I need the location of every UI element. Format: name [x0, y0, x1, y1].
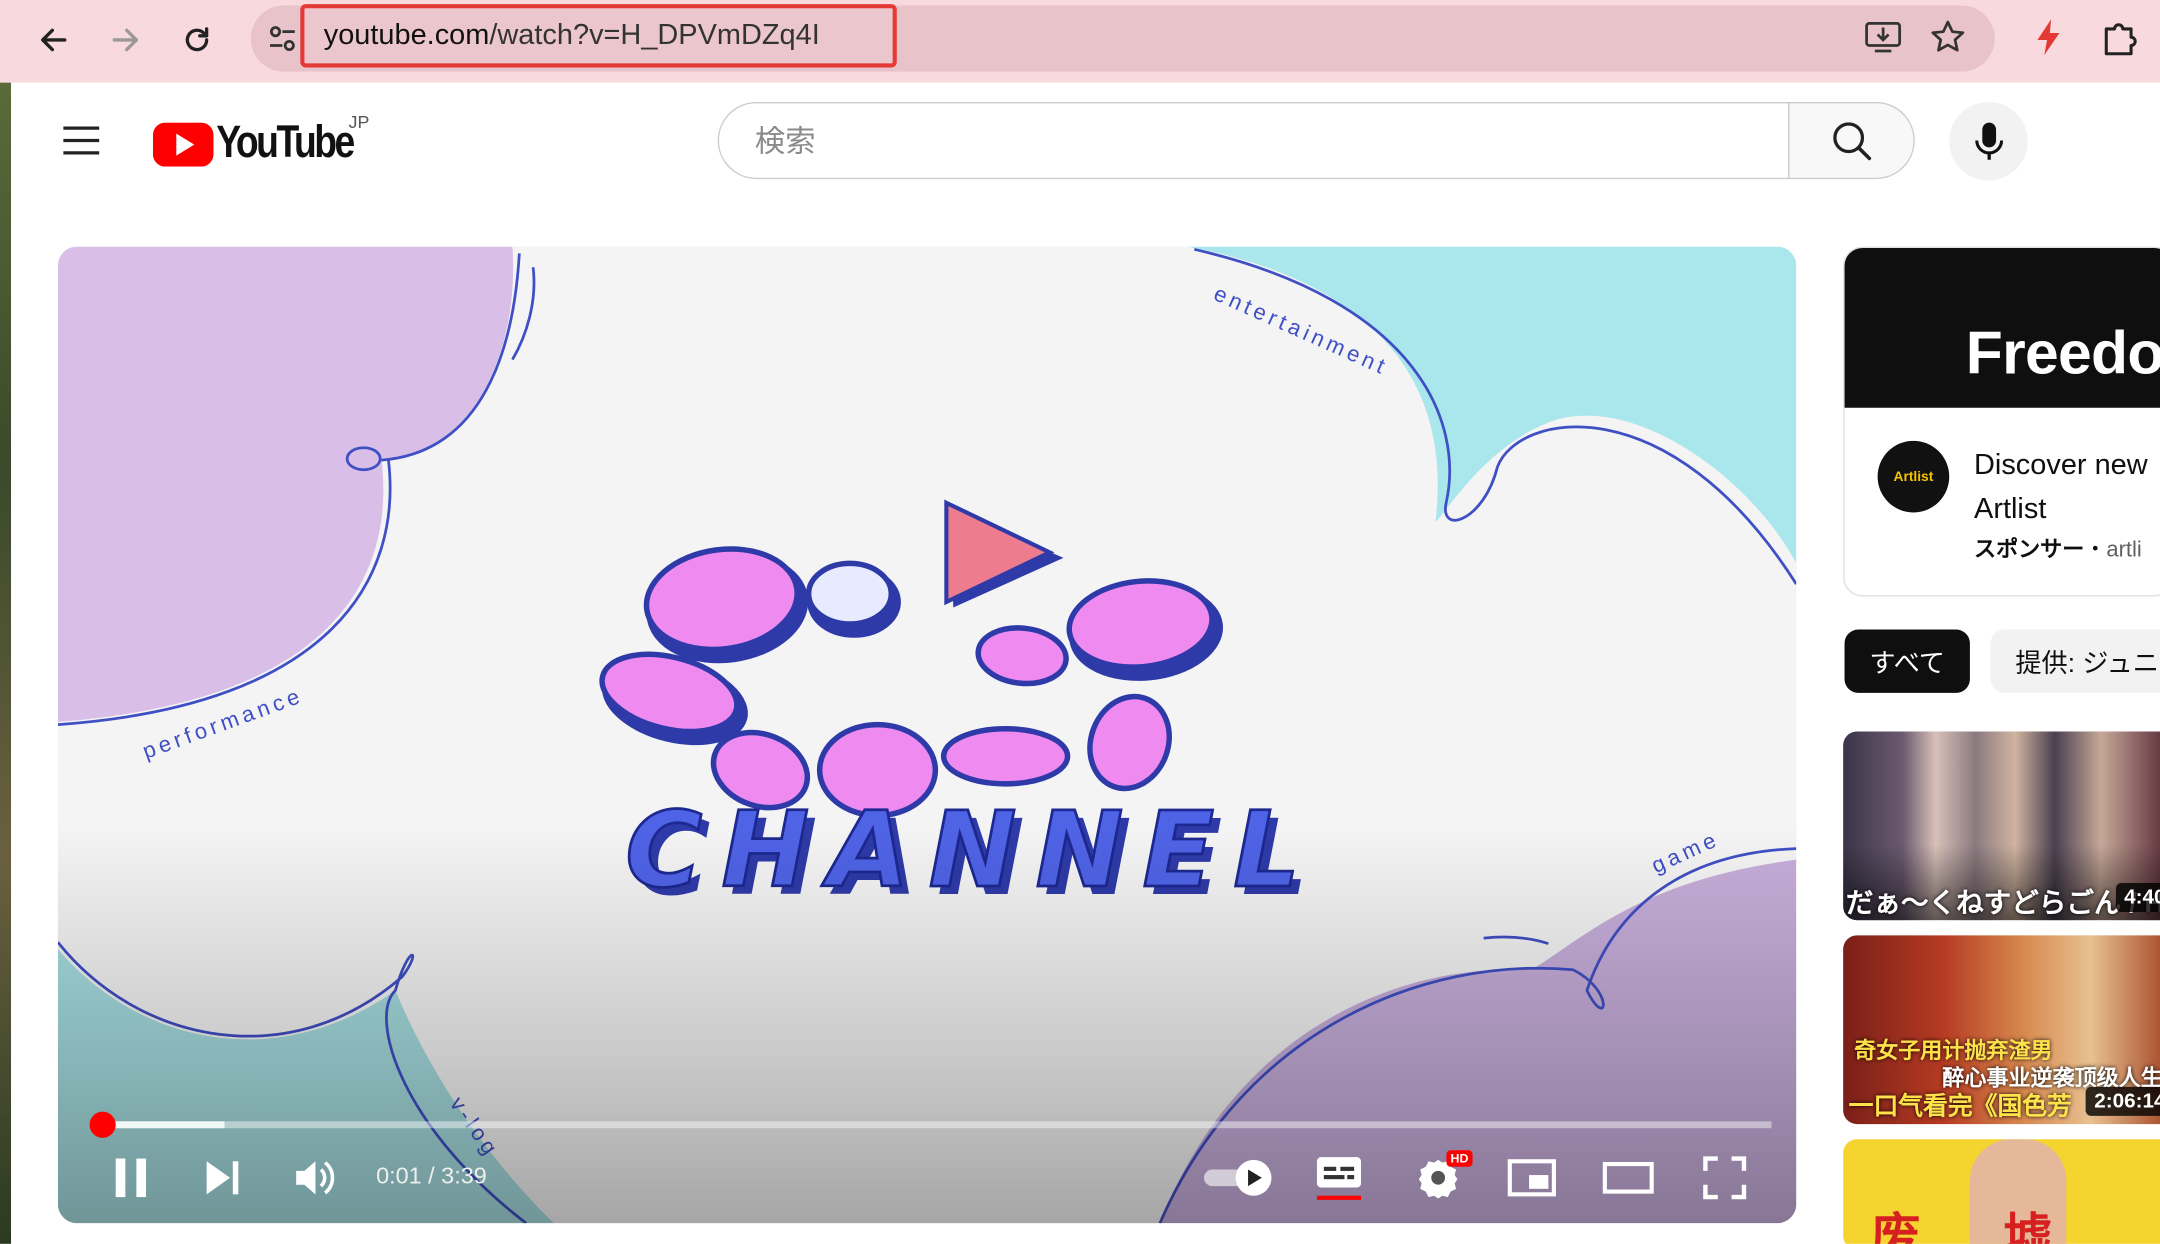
miniplayer-button[interactable] [1507, 1150, 1557, 1205]
autoplay-toggle[interactable] [1201, 1150, 1275, 1205]
next-button[interactable] [200, 1150, 247, 1205]
ad-domain: artli [2106, 538, 2142, 563]
reload-icon [185, 27, 209, 52]
url-domain: youtube.com [323, 19, 490, 51]
ad-banner: Freedo [1844, 247, 2160, 408]
ad-card[interactable]: Freedo Artlist Discover new Artlist スポンサー… [1843, 246, 2160, 597]
hamburger-icon [63, 126, 100, 155]
thumb-1-caption: だぁ～くねすどらごん / HiHi Je [1845, 888, 2160, 919]
ad-advertiser-logo[interactable]: Artlist [1877, 440, 1950, 513]
install-app-button[interactable] [1864, 19, 1903, 62]
autoplay-toggle-icon [1203, 1159, 1272, 1196]
sponsor-separator: ・ [2084, 538, 2107, 563]
puzzle-icon [2104, 23, 2137, 56]
search-box [717, 101, 1790, 181]
search-icon [1833, 122, 1872, 161]
ad-title-line2: Artlist [1974, 493, 2047, 525]
ad-title[interactable]: Discover new Artlist [1974, 444, 2160, 532]
volume-button[interactable] [292, 1150, 339, 1205]
miniplayer-icon [1507, 1159, 1556, 1197]
channel-wordmark: CHANNEL [625, 789, 1319, 911]
forward-button[interactable] [102, 17, 149, 64]
search-input[interactable] [752, 103, 1722, 181]
pause-button[interactable] [107, 1150, 154, 1205]
chip-all[interactable]: すべて [1844, 629, 1970, 693]
url-path: /watch?v=H_DPVmDZq4I [489, 19, 820, 51]
current-time: 0:01 [376, 1162, 422, 1189]
ad-title-line1: Discover new [1974, 449, 2148, 481]
site-settings-icon[interactable] [266, 22, 299, 62]
back-button[interactable] [30, 17, 77, 64]
video-frame-art: entertainment performance game v-log CHA… [57, 246, 1797, 1224]
subtitles-icon [1316, 1157, 1362, 1200]
sponsor-label: スポンサー [1974, 538, 2085, 563]
skip-next-icon [206, 1161, 239, 1195]
fullscreen-icon [1703, 1156, 1747, 1200]
time-display: 0:01 / 3:39 [376, 1162, 487, 1189]
subtitles-button[interactable] [1314, 1150, 1364, 1205]
ad-sponsor-line: スポンサー・artli [1974, 530, 2142, 563]
desktop-edge [0, 82, 12, 1244]
country-code: JP [348, 111, 370, 133]
video-player[interactable]: entertainment performance game v-log CHA… [57, 246, 1797, 1224]
theater-icon [1602, 1161, 1654, 1194]
bookmark-star-button[interactable] [1930, 19, 1966, 62]
thumb-2-caption-line3: 一口气看完《国色芳 [1848, 1092, 2072, 1120]
voice-search-button[interactable] [1949, 101, 2028, 181]
progress-scrubber[interactable] [89, 1111, 116, 1138]
video-thumbnail-2[interactable]: 奇女子用计抛弃渣男 醉心事业逆袭顶级人生 一口气看完《国色芳 2:06:14 [1843, 935, 2160, 1125]
video-thumbnail-1[interactable]: だぁ～くねすどらごん / HiHi Je 4:40 [1843, 731, 2160, 921]
browser-toolbar: youtube.com/watch?v=H_DPVmDZq4I [0, 0, 2160, 83]
lightning-icon [2037, 19, 2060, 56]
star-icon [1931, 20, 1965, 52]
youtube-play-logo-icon [152, 122, 214, 167]
hd-badge: HD [1446, 1150, 1473, 1167]
arrow-left-icon [41, 28, 67, 52]
duration: 3:39 [441, 1162, 487, 1189]
microphone-icon [1974, 121, 2003, 160]
pause-icon [115, 1158, 147, 1198]
arrow-right-icon [112, 28, 139, 52]
extensions-button[interactable] [2101, 18, 2140, 63]
reload-button[interactable] [174, 17, 221, 64]
thumb-1-duration: 4:40 [2115, 883, 2160, 912]
video-thumbnail-3[interactable]: 废墟 堀尾 [1843, 1139, 2160, 1244]
fullscreen-button[interactable] [1700, 1150, 1750, 1205]
volume-icon [296, 1161, 335, 1195]
ad-banner-text: Freedo [1965, 319, 2160, 388]
theater-mode-button[interactable] [1601, 1150, 1656, 1205]
search-button[interactable] [1788, 101, 1915, 180]
install-icon [1865, 22, 1902, 53]
youtube-logo[interactable]: YouTube JP [152, 112, 380, 173]
settings-button[interactable]: HD [1413, 1150, 1473, 1205]
thumb-3-caption: 废墟 堀尾 [1870, 1208, 2160, 1244]
youtube-wordmark: YouTube [216, 115, 355, 167]
menu-button[interactable] [61, 124, 102, 164]
extension-bolt-button[interactable] [2033, 18, 2063, 63]
chip-from-channel[interactable]: 提供: ジュニ [1990, 629, 2160, 693]
url-text[interactable]: youtube.com/watch?v=H_DPVmDZq4I [324, 19, 820, 52]
progress-bar[interactable] [93, 1121, 1772, 1129]
thumb-2-duration: 2:06:14 [2086, 1086, 2160, 1116]
